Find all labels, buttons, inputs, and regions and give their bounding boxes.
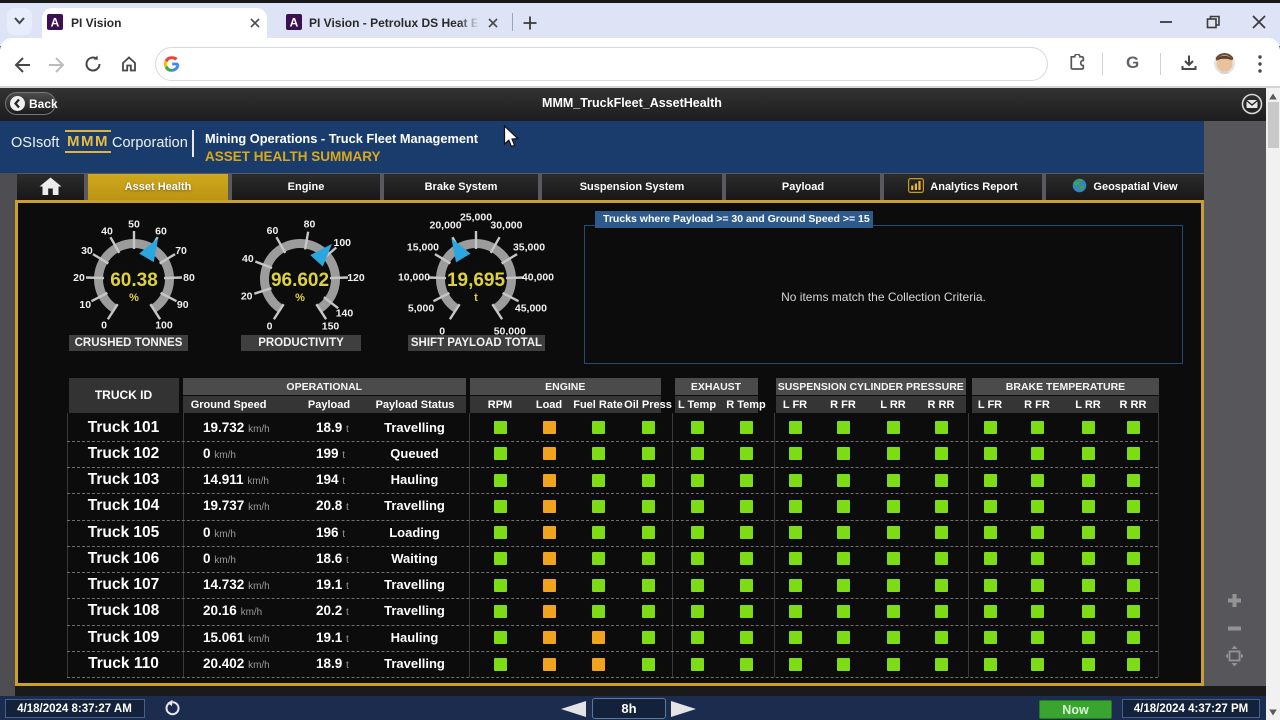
- svg-text:140: 140: [336, 308, 354, 320]
- svg-text:90: 90: [176, 299, 188, 311]
- svg-text:96.602: 96.602: [271, 270, 329, 291]
- svg-text:100: 100: [155, 320, 173, 332]
- svg-text:60.38: 60.38: [110, 270, 158, 291]
- svg-text:t: t: [474, 292, 478, 304]
- svg-text:40,000: 40,000: [521, 272, 553, 284]
- svg-text:60: 60: [267, 225, 279, 237]
- svg-text:50: 50: [128, 219, 140, 231]
- svg-text:20: 20: [73, 272, 85, 284]
- svg-text:15,000: 15,000: [406, 241, 438, 253]
- svg-text:80: 80: [304, 218, 316, 230]
- svg-text:19,695: 19,695: [446, 270, 505, 291]
- svg-text:100: 100: [333, 237, 351, 249]
- svg-text:120: 120: [347, 272, 365, 284]
- svg-text:40: 40: [242, 253, 254, 265]
- svg-text:80: 80: [183, 272, 195, 284]
- svg-text:0: 0: [267, 321, 273, 333]
- svg-text:30: 30: [81, 245, 93, 257]
- svg-text:20,000: 20,000: [429, 220, 461, 232]
- svg-text:20: 20: [241, 291, 253, 303]
- svg-text:150: 150: [322, 321, 340, 333]
- svg-text:10: 10: [79, 299, 91, 311]
- svg-text:35,000: 35,000: [512, 241, 544, 253]
- svg-text:10,000: 10,000: [397, 272, 429, 284]
- svg-text:60: 60: [155, 226, 167, 238]
- svg-text:30,000: 30,000: [490, 220, 522, 232]
- svg-text:%: %: [295, 292, 305, 304]
- svg-text:45,000: 45,000: [514, 302, 546, 314]
- svg-text:40: 40: [101, 226, 113, 238]
- svg-text:A: A: [51, 16, 60, 30]
- svg-text:A: A: [290, 16, 299, 30]
- svg-text:0: 0: [101, 320, 107, 332]
- svg-text:25,000: 25,000: [459, 212, 491, 224]
- svg-text:70: 70: [175, 245, 187, 257]
- svg-text:%: %: [129, 292, 139, 304]
- svg-text:5,000: 5,000: [407, 302, 433, 314]
